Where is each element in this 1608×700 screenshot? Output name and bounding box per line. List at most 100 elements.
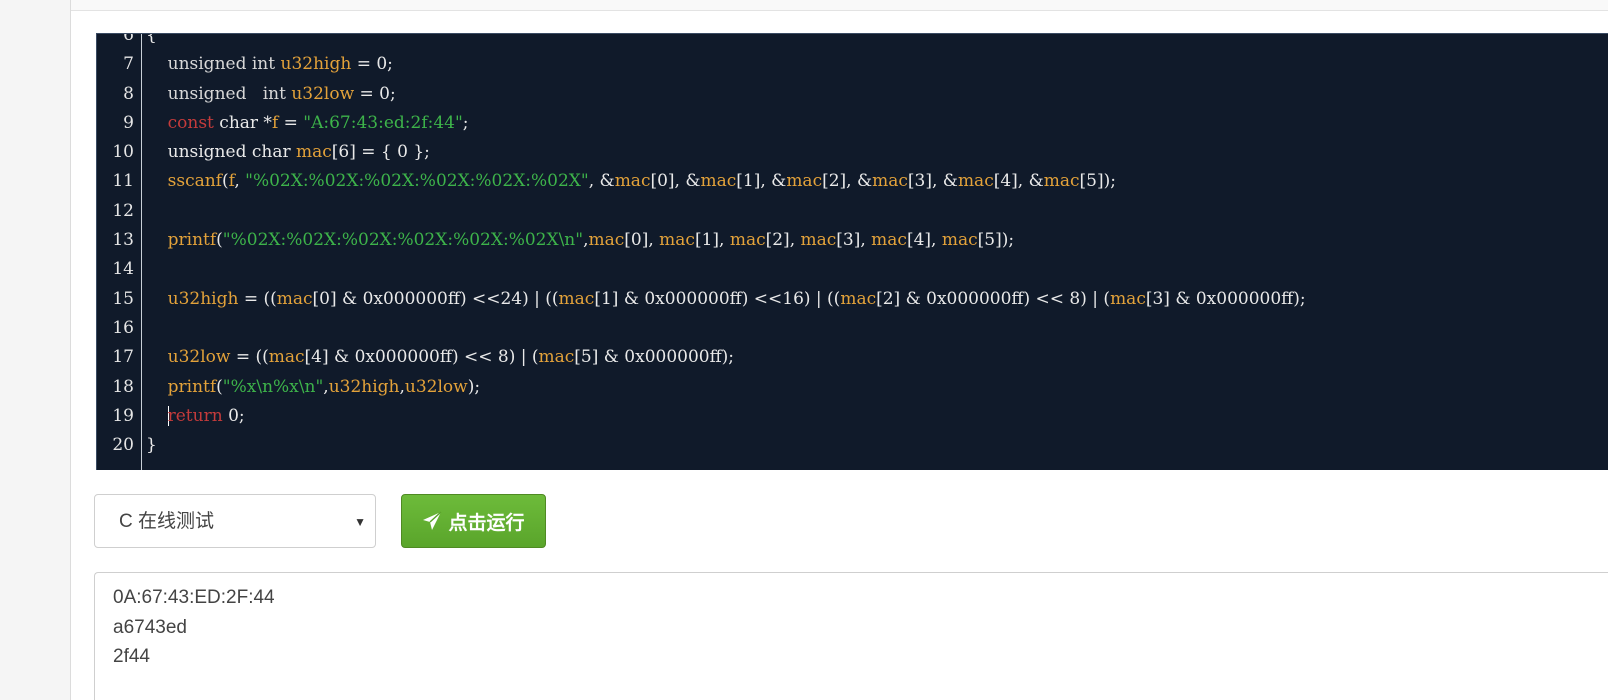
code-token: = 0; bbox=[351, 54, 393, 75]
code-token: } bbox=[146, 435, 157, 456]
code-token: u32low bbox=[404, 376, 468, 397]
code-text: unsigned char mac[6] = { 0 }; bbox=[146, 138, 430, 167]
code-token: printf bbox=[167, 230, 217, 251]
code-token: mac bbox=[268, 347, 305, 368]
code-line[interactable]: 7 unsigned int u32high = 0; bbox=[97, 50, 1608, 79]
code-token: printf bbox=[167, 376, 217, 397]
code-token: { bbox=[146, 33, 157, 45]
code-token: u32high bbox=[167, 288, 239, 309]
code-line[interactable]: 10 unsigned char mac[6] = { 0 }; bbox=[97, 138, 1608, 167]
code-token: ); bbox=[467, 376, 481, 397]
code-text: } bbox=[146, 431, 157, 460]
code-token: mac bbox=[957, 171, 994, 192]
line-number: 11 bbox=[112, 171, 134, 192]
code-token: [2], bbox=[765, 230, 801, 251]
code-token: mac bbox=[558, 288, 595, 309]
line-number: 16 bbox=[112, 317, 134, 338]
code-token: [0] & 0x000000ff) <<24) | (( bbox=[312, 288, 559, 309]
code-line[interactable]: 12 bbox=[97, 197, 1608, 226]
code-line[interactable]: 9 const char *f = "A:67:43:ed:2f:44"; bbox=[97, 109, 1608, 138]
code-token: , bbox=[234, 171, 246, 192]
code-token: [1] & 0x000000ff) <<16) | (( bbox=[594, 288, 841, 309]
output-line: a6743ed bbox=[113, 617, 187, 638]
code-token: "%02X:%02X:%02X:%02X:%02X:%02X" bbox=[245, 171, 589, 192]
language-select[interactable]: C 在线测试 ▼ bbox=[94, 494, 376, 548]
code-line[interactable]: 20} bbox=[97, 431, 1608, 460]
output-line: 2f44 bbox=[113, 646, 150, 667]
code-token: [3], & bbox=[907, 171, 958, 192]
code-editor[interactable]: 6{7 unsigned int u32high = 0; 8 unsigned … bbox=[96, 33, 1608, 470]
code-text: u32low = ((mac[4] & 0x000000ff) << 8) | … bbox=[146, 343, 734, 372]
code-token: [1], bbox=[694, 230, 730, 251]
code-line[interactable]: 11 sscanf(f, "%02X:%02X:%02X:%02X:%02X:%… bbox=[97, 167, 1608, 196]
code-token: mac bbox=[871, 230, 907, 251]
code-token: [5]); bbox=[977, 230, 1015, 251]
code-token: sscanf bbox=[167, 171, 222, 192]
code-text: sscanf(f, "%02X:%02X:%02X:%02X:%02X:%02X… bbox=[146, 167, 1116, 196]
code-token: mac bbox=[872, 171, 908, 192]
top-divider bbox=[71, 0, 1608, 11]
code-line[interactable]: 19 return 0; bbox=[97, 402, 1608, 431]
code-token: unsigned char bbox=[146, 142, 296, 163]
code-line[interactable]: 18 printf("%x\n%x\n",u32high,u32low); bbox=[97, 373, 1608, 402]
line-number: 8 bbox=[123, 83, 134, 104]
line-number: 15 bbox=[112, 288, 134, 309]
code-line[interactable]: 16 bbox=[97, 314, 1608, 343]
code-token: [4], bbox=[906, 230, 942, 251]
code-token: [3], bbox=[836, 230, 872, 251]
run-button[interactable]: 点击运行 bbox=[401, 494, 546, 548]
code-token: char * bbox=[213, 112, 272, 133]
output-line: 0A:67:43:ED:2F:44 bbox=[113, 587, 275, 608]
code-token: [6] = { 0 }; bbox=[331, 142, 430, 163]
code-text: printf("%x\n%x\n",u32high,u32low); bbox=[146, 373, 480, 402]
code-token: = (( bbox=[230, 347, 269, 368]
code-line[interactable]: 6{ bbox=[97, 33, 1608, 50]
code-token: mac bbox=[614, 171, 651, 192]
code-token: [3] & 0x000000ff); bbox=[1145, 288, 1306, 309]
code-token: [4], & bbox=[993, 171, 1044, 192]
code-token: = (( bbox=[238, 288, 277, 309]
code-token: [2] & 0x000000ff) << 8) | ( bbox=[876, 288, 1111, 309]
code-token: = 0; bbox=[354, 83, 396, 104]
code-token: mac bbox=[800, 230, 837, 251]
code-line[interactable]: 14 bbox=[97, 255, 1608, 284]
code-lines[interactable]: 6{7 unsigned int u32high = 0; 8 unsigned … bbox=[97, 33, 1608, 460]
code-line[interactable]: 8 unsigned int u32low = 0; bbox=[97, 80, 1608, 109]
code-token: = bbox=[278, 112, 304, 133]
code-token: int bbox=[262, 83, 286, 104]
code-token: mac bbox=[840, 288, 877, 309]
code-text: unsigned int u32high = 0; bbox=[146, 50, 393, 79]
code-text: u32high = ((mac[0] & 0x000000ff) <<24) |… bbox=[146, 285, 1306, 314]
code-token: mac bbox=[941, 230, 978, 251]
code-token: unsigned bbox=[167, 54, 247, 75]
line-number: 6 bbox=[123, 33, 134, 45]
code-token: mac bbox=[296, 142, 332, 163]
code-line[interactable]: 13 printf("%02X:%02X:%02X:%02X:%02X:%02X… bbox=[97, 226, 1608, 255]
code-token: [1], & bbox=[736, 171, 787, 192]
code-token: [5] & 0x000000ff); bbox=[574, 347, 735, 368]
code-text: const char *f = "A:67:43:ed:2f:44"; bbox=[146, 109, 469, 138]
code-token: mac bbox=[729, 230, 766, 251]
code-text: { bbox=[146, 33, 157, 50]
line-number: 20 bbox=[112, 435, 134, 456]
code-line[interactable]: 17 u32low = ((mac[4] & 0x000000ff) << 8)… bbox=[97, 343, 1608, 372]
code-token: mac bbox=[588, 230, 625, 251]
code-token: unsigned bbox=[167, 83, 247, 104]
code-token: 0; bbox=[222, 405, 245, 426]
line-number: 17 bbox=[112, 347, 134, 368]
code-token: u32low bbox=[167, 347, 231, 368]
language-select-value: C 在线测试 bbox=[119, 511, 215, 532]
code-token: u32high bbox=[280, 54, 352, 75]
code-line[interactable]: 15 u32high = ((mac[0] & 0x000000ff) <<24… bbox=[97, 285, 1608, 314]
paper-plane-icon bbox=[422, 511, 442, 531]
code-token: [0], bbox=[624, 230, 660, 251]
code-token: return bbox=[167, 405, 223, 426]
line-number: 7 bbox=[123, 54, 134, 75]
